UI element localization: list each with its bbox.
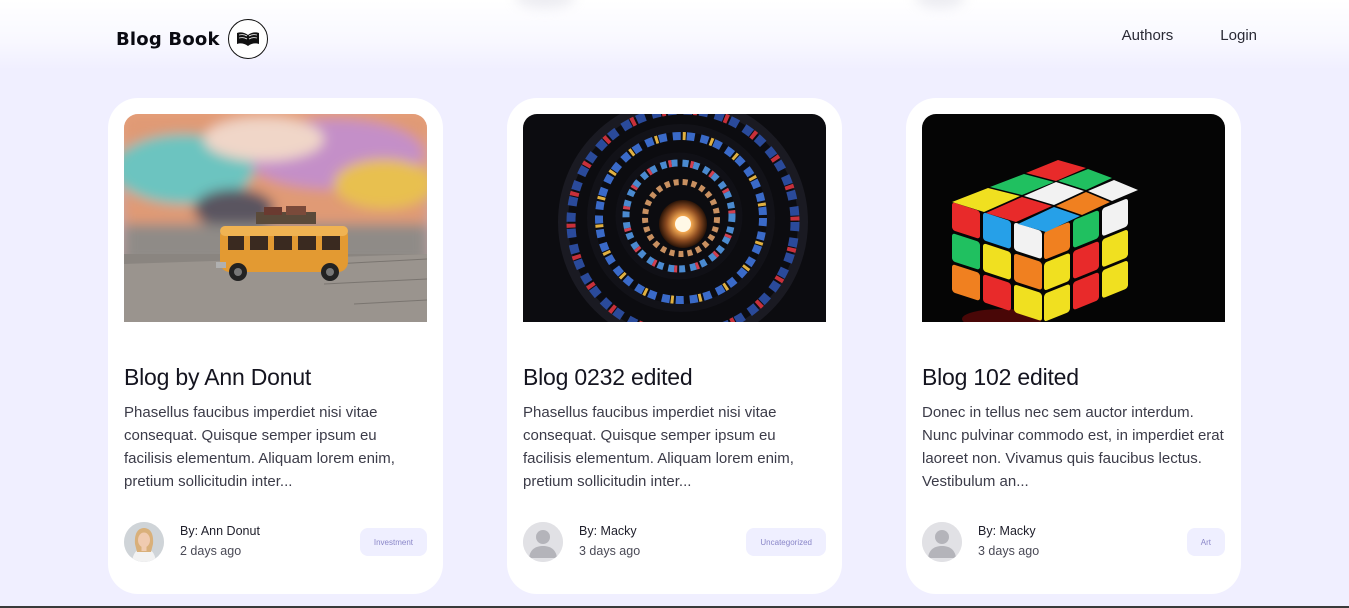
open-book-icon [227, 19, 268, 59]
author-meta: By: Ann Donut 2 days ago [180, 523, 260, 561]
blog-card[interactable]: Blog 0232 edited Phasellus faucibus impe… [507, 98, 842, 594]
nav-authors[interactable]: Authors [1122, 27, 1174, 44]
blog-card[interactable]: Blog by Ann Donut Phasellus faucibus imp… [108, 98, 443, 594]
category-tag[interactable]: Art [1186, 528, 1225, 556]
nav-login[interactable]: Login [1220, 27, 1257, 44]
post-time: 2 days ago [180, 544, 242, 558]
rubiks-cube-photo[interactable] [922, 114, 1225, 322]
post-title[interactable]: Blog 102 edited [922, 363, 1225, 391]
brand-name: Blog Book [116, 28, 220, 50]
author-meta: By: Macky 3 days ago [579, 523, 640, 561]
post-time: 3 days ago [978, 544, 1040, 558]
category-tag[interactable]: Investment [359, 528, 427, 556]
default-user-icon[interactable] [523, 522, 563, 562]
post-footer: By: Ann Donut 2 days ago Investment [124, 522, 427, 562]
post-title[interactable]: Blog by Ann Donut [124, 363, 427, 391]
stained-glass-spiral-photo[interactable] [523, 114, 826, 322]
post-excerpt: Donec in tellus nec sem auctor interdum.… [922, 404, 1224, 490]
blog-card-list: Blog by Ann Donut Phasellus faucibus imp… [108, 98, 1241, 594]
post-title[interactable]: Blog 0232 edited [523, 363, 826, 391]
brand[interactable]: Blog Book [116, 18, 268, 60]
site-header: Blog Book Authors Login [0, 0, 1349, 76]
toy-bus-photo[interactable] [124, 114, 427, 322]
category-tag[interactable]: Uncategorized [746, 528, 826, 556]
author-name[interactable]: By: Ann Donut [180, 523, 260, 539]
author-avatar[interactable] [124, 522, 164, 562]
post-excerpt: Phasellus faucibus imperdiet nisi vitae … [523, 404, 794, 490]
author-name[interactable]: By: Macky [579, 523, 640, 539]
main-nav: Authors Login [1122, 27, 1257, 44]
post-time: 3 days ago [579, 544, 641, 558]
blog-card[interactable]: Blog 102 edited Donec in tellus nec sem … [906, 98, 1241, 594]
post-footer: By: Macky 3 days ago Uncategorized [523, 522, 826, 562]
default-user-icon[interactable] [922, 522, 962, 562]
author-name[interactable]: By: Macky [978, 523, 1039, 539]
post-footer: By: Macky 3 days ago Art [922, 522, 1225, 562]
post-excerpt: Phasellus faucibus imperdiet nisi vitae … [124, 404, 395, 490]
author-meta: By: Macky 3 days ago [978, 523, 1039, 561]
